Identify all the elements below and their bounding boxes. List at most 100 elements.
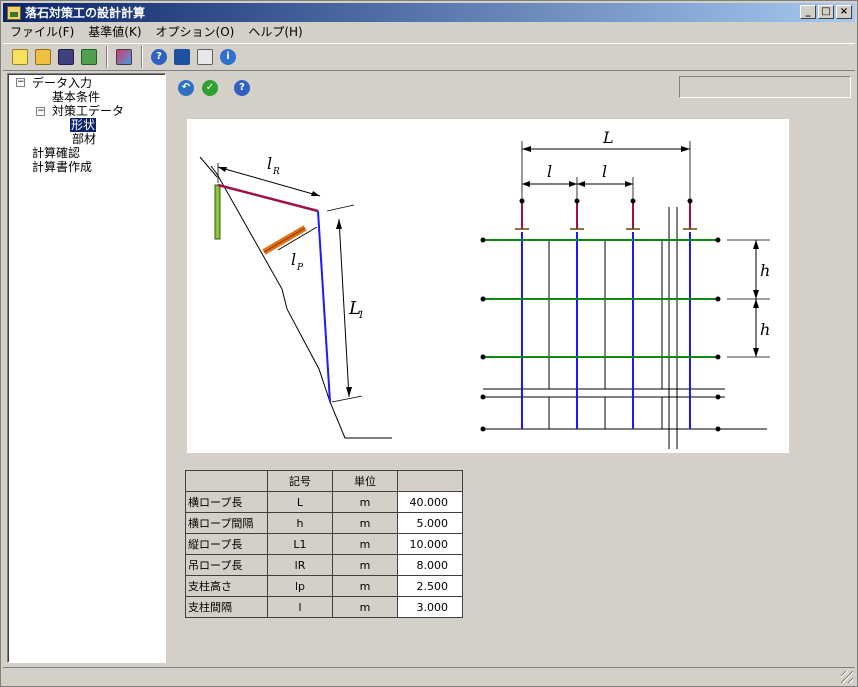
- content-toolbar: ↶ ✓ ?: [169, 75, 855, 103]
- svg-text:1: 1: [358, 310, 364, 321]
- tree-pane: − データ入力 基本条件 − 対策工データ 形状 部材 計算確認 計算書作成: [7, 73, 166, 663]
- close-button[interactable]: ×: [836, 5, 852, 19]
- back-button[interactable]: ↶: [175, 77, 197, 99]
- tree-item-report[interactable]: 計算書作成: [32, 160, 92, 174]
- header-value: [397, 470, 463, 492]
- row-symbol: L1: [267, 533, 333, 555]
- content-help-button[interactable]: ?: [231, 77, 253, 99]
- main-window: 落石対策工の設計計算 _ □ × ファイル(F) 基準値(K) オプション(O)…: [0, 0, 858, 687]
- status-bar: [3, 667, 855, 685]
- color-icon: [116, 49, 132, 65]
- svg-text:h: h: [760, 320, 770, 339]
- main-toolbar: ? i: [3, 43, 855, 71]
- save-button[interactable]: [55, 46, 77, 68]
- tree-item-countermeasure-data[interactable]: 対策工データ: [52, 104, 124, 118]
- tree-item-basic-conditions[interactable]: 基本条件: [52, 90, 100, 104]
- row-symbol: lR: [267, 554, 333, 576]
- header-symbol: 記号: [267, 470, 333, 492]
- svg-text:L: L: [602, 128, 614, 147]
- row-name: 横ロープ長: [185, 491, 268, 513]
- maximize-button[interactable]: □: [818, 5, 834, 19]
- open-icon: [35, 49, 51, 65]
- book-icon: [174, 49, 190, 65]
- back-icon: ↶: [178, 80, 194, 96]
- row-value-input[interactable]: 8.000: [397, 554, 463, 576]
- svg-text:l: l: [602, 162, 607, 181]
- tree-item-data-input[interactable]: データ入力: [32, 76, 92, 90]
- help-button[interactable]: ?: [148, 46, 170, 68]
- menu-help[interactable]: ヘルプ(H): [241, 23, 309, 40]
- info-icon: i: [220, 49, 236, 65]
- menu-file[interactable]: ファイル(F): [3, 23, 81, 40]
- row-unit: m: [332, 554, 398, 576]
- table-row: 吊ロープ長 lR m 8.000: [185, 554, 463, 576]
- header-unit: 単位: [332, 470, 398, 492]
- status-field: [679, 76, 851, 98]
- row-name: 吊ロープ長: [185, 554, 268, 576]
- parameter-table: 記号 単位 横ロープ長 L m 40.000 横ロープ間隔 h m 5.000 …: [185, 470, 463, 618]
- card-button[interactable]: [194, 46, 216, 68]
- svg-text:l: l: [267, 154, 272, 173]
- check-icon: ✓: [202, 80, 218, 96]
- row-unit: m: [332, 491, 398, 513]
- row-unit: m: [332, 596, 398, 618]
- row-name: 横ロープ間隔: [185, 512, 268, 534]
- row-value-input[interactable]: 3.000: [397, 596, 463, 618]
- row-value-input[interactable]: 2.500: [397, 575, 463, 597]
- row-unit: m: [332, 512, 398, 534]
- menu-standard[interactable]: 基準値(K): [81, 23, 148, 40]
- row-symbol: L: [267, 491, 333, 513]
- tree-item-calc-check[interactable]: 計算確認: [32, 146, 80, 160]
- app-icon: [7, 5, 21, 20]
- row-symbol: lp: [267, 575, 333, 597]
- confirm-button[interactable]: ✓: [199, 77, 221, 99]
- table-row: 横ロープ間隔 h m 5.000: [185, 512, 463, 534]
- window-title: 落石対策工の設計計算: [25, 6, 146, 20]
- toolbar-separator: [106, 46, 108, 68]
- menu-options[interactable]: オプション(O): [149, 23, 242, 40]
- svg-text:l: l: [547, 162, 552, 181]
- svg-text:h: h: [760, 261, 770, 280]
- color-button[interactable]: [113, 46, 135, 68]
- save-icon: [58, 49, 74, 65]
- info-button[interactable]: i: [217, 46, 239, 68]
- title-bar[interactable]: 落石対策工の設計計算 _ □ ×: [3, 3, 855, 22]
- svg-text:R: R: [272, 167, 280, 177]
- window-controls: _ □ ×: [798, 5, 852, 19]
- row-unit: m: [332, 575, 398, 597]
- table-row: 横ロープ長 L m 40.000: [185, 491, 463, 513]
- row-value-input[interactable]: 10.000: [397, 533, 463, 555]
- minimize-button[interactable]: _: [800, 5, 816, 19]
- diagram-canvas: l R l P L 1 L l l h h: [187, 119, 789, 453]
- toolbar-separator: [141, 46, 143, 68]
- new-button[interactable]: [9, 46, 31, 68]
- resize-grip-icon[interactable]: [841, 671, 853, 683]
- export-icon: [81, 49, 97, 65]
- structure-diagram: l R l P L 1 L l l h h: [199, 128, 770, 449]
- table-row: 縦ロープ長 L1 m 10.000: [185, 533, 463, 555]
- row-name: 支柱間隔: [185, 596, 268, 618]
- table-row: 支柱間隔 l m 3.000: [185, 596, 463, 618]
- collapse-icon[interactable]: −: [36, 107, 45, 116]
- tree-item-shape[interactable]: 形状: [70, 118, 97, 132]
- svg-text:P: P: [296, 263, 304, 273]
- header-cell: [185, 470, 268, 492]
- row-symbol: l: [267, 596, 333, 618]
- new-icon: [12, 49, 28, 65]
- open-button[interactable]: [32, 46, 54, 68]
- row-symbol: h: [267, 512, 333, 534]
- row-unit: m: [332, 533, 398, 555]
- menu-bar: ファイル(F) 基準値(K) オプション(O) ヘルプ(H): [3, 22, 855, 41]
- help-icon: ?: [151, 49, 167, 65]
- collapse-icon[interactable]: −: [16, 78, 25, 87]
- help-icon: ?: [234, 80, 250, 96]
- table-header: 記号 単位: [185, 470, 463, 492]
- row-value-input[interactable]: 40.000: [397, 491, 463, 513]
- row-name: 支柱高さ: [185, 575, 268, 597]
- tree-item-members[interactable]: 部材: [72, 132, 96, 146]
- manual-button[interactable]: [171, 46, 193, 68]
- export-button[interactable]: [78, 46, 100, 68]
- card-icon: [197, 49, 213, 65]
- table-row: 支柱高さ lp m 2.500: [185, 575, 463, 597]
- row-value-input[interactable]: 5.000: [397, 512, 463, 534]
